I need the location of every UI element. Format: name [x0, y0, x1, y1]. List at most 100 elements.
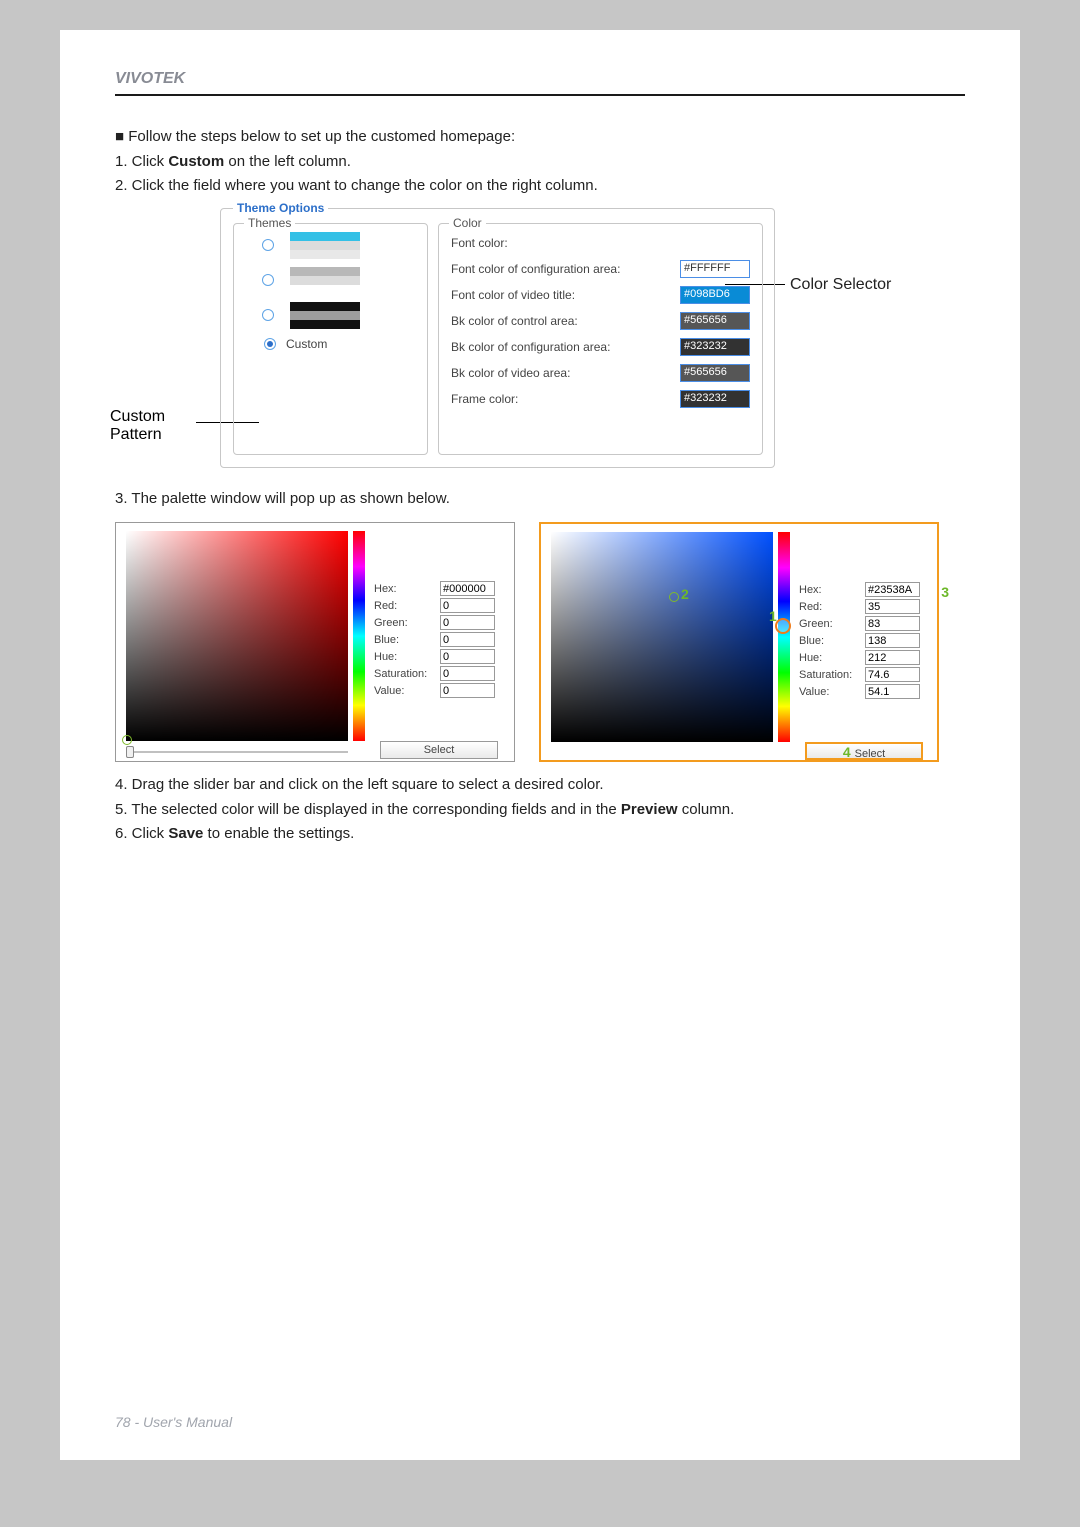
input-hex-right[interactable] — [865, 582, 920, 597]
swatch-theme-1 — [290, 232, 360, 259]
row-frame: Frame color: #323232 — [451, 390, 750, 408]
color-group: Color Font color: Font color of configur… — [438, 223, 763, 455]
lbl-blue: Blue: — [374, 634, 440, 646]
select-button-right[interactable]: 4Select — [805, 742, 923, 760]
theme-option-3[interactable] — [234, 294, 427, 329]
intro-block: ■ Follow the steps below to set up the c… — [115, 126, 965, 198]
step-1c: on the left column. — [224, 153, 351, 170]
cell-bk-cfg[interactable]: #323232 — [680, 338, 750, 356]
lbl-red-r: Red: — [799, 601, 865, 613]
cell-bk-video[interactable]: #565656 — [680, 364, 750, 382]
row-bk-cfg: Bk color of configuration area: #323232 — [451, 338, 750, 356]
cell-frame[interactable]: #323232 — [680, 390, 750, 408]
input-blue-left[interactable] — [440, 632, 495, 647]
label-font-video: Font color of video title: — [451, 288, 680, 302]
radio-theme-2[interactable] — [262, 274, 274, 286]
row-bk-video: Bk color of video area: #565656 — [451, 364, 750, 382]
cell-font-video[interactable]: #098BD6 — [680, 286, 750, 304]
step-4: 4. Drag the slider bar and click on the … — [115, 774, 965, 797]
sv-cursor-left[interactable] — [122, 735, 132, 745]
fields-left: Hex: Red: Green: Blue: Hue: Saturation: … — [374, 581, 507, 700]
step-1: 1. Click Custom on the left column. — [115, 151, 965, 174]
step5b: Preview — [621, 801, 678, 818]
input-val-right[interactable] — [865, 684, 920, 699]
annotation-color-selector: Color Selector — [790, 276, 891, 294]
step-3: 3. The palette window will pop up as sho… — [115, 488, 965, 511]
label-bk-control: Bk color of control area: — [451, 314, 680, 328]
lbl-sat: Saturation: — [374, 668, 440, 680]
palettes-row: Hex: Red: Green: Blue: Hue: Saturation: … — [115, 522, 965, 762]
hue-handle-right[interactable] — [775, 618, 791, 634]
lbl-red: Red: — [374, 600, 440, 612]
step-1a: 1. Click — [115, 153, 168, 170]
row-font-video: Font color of video title: #098BD6 — [451, 286, 750, 304]
step-5: 5. The selected color will be displayed … — [115, 799, 965, 822]
palette-right: 2 1 3 Hex: Red: Green: Blue: Hue: Satura… — [539, 522, 939, 762]
step-2: 2. Click the field where you want to cha… — [115, 175, 965, 198]
sv-cursor-right[interactable] — [669, 592, 679, 602]
manual-page: VIVOTEK ■ Follow the steps below to set … — [60, 30, 1020, 1460]
input-hue-left[interactable] — [440, 649, 495, 664]
input-red-left[interactable] — [440, 598, 495, 613]
input-green-right[interactable] — [865, 616, 920, 631]
radio-theme-3[interactable] — [262, 309, 274, 321]
annot-line-b: Pattern — [110, 426, 165, 444]
theme-option-2[interactable] — [234, 259, 427, 294]
lbl-hex-r: Hex: — [799, 584, 865, 596]
row-bk-control: Bk color of control area: #565656 — [451, 312, 750, 330]
input-val-left[interactable] — [440, 683, 495, 698]
lbl-green-r: Green: — [799, 618, 865, 630]
swatch-theme-2 — [290, 267, 360, 294]
legend-themes: Themes — [244, 216, 295, 230]
brand: VIVOTEK — [115, 70, 965, 94]
input-hex-left[interactable] — [440, 581, 495, 596]
sv-area-right[interactable]: 2 — [551, 532, 773, 742]
cell-font-cfg[interactable]: #FFFFFF — [680, 260, 750, 278]
custom-label: Custom — [286, 337, 327, 351]
hue-bar-left[interactable] — [353, 531, 365, 741]
input-red-right[interactable] — [865, 599, 920, 614]
theme-options-figure: Custom Pattern Color Selector Theme Opti… — [115, 208, 965, 470]
slider-thumb-left[interactable] — [126, 746, 134, 758]
label-frame: Frame color: — [451, 392, 680, 406]
cell-bk-control[interactable]: #565656 — [680, 312, 750, 330]
label-bk-video: Bk color of video area: — [451, 366, 680, 380]
annotation-custom-pattern: Custom Pattern — [110, 408, 165, 444]
input-sat-right[interactable] — [865, 667, 920, 682]
slider-left[interactable] — [126, 751, 348, 753]
page-footer: 78 - User's Manual — [115, 1414, 232, 1430]
sv-area-left[interactable] — [126, 531, 348, 741]
step5a: 5. The selected color will be displayed … — [115, 801, 621, 818]
radio-theme-1[interactable] — [262, 239, 274, 251]
cell-font-color[interactable] — [680, 234, 750, 252]
legend-color: Color — [449, 216, 486, 230]
annot-line-a: Custom — [110, 408, 165, 426]
lbl-val: Value: — [374, 685, 440, 697]
select-label-right: Select — [855, 748, 886, 760]
step6a: 6. Click — [115, 825, 168, 842]
label-font-color: Font color: — [451, 236, 680, 250]
label-font-cfg: Font color of configuration area: — [451, 262, 680, 276]
step6b: Save — [168, 825, 203, 842]
step-1b: Custom — [168, 153, 224, 170]
step6c: to enable the settings. — [203, 825, 354, 842]
step5c: column. — [678, 801, 735, 818]
theme-options-panel: Theme Options Themes — [220, 208, 775, 468]
lbl-blue-r: Blue: — [799, 635, 865, 647]
hue-bar-right[interactable] — [778, 532, 790, 742]
input-sat-left[interactable] — [440, 666, 495, 681]
select-button-left[interactable]: Select — [380, 741, 498, 759]
step-6: 6. Click Save to enable the settings. — [115, 823, 965, 846]
legend-theme-options: Theme Options — [233, 201, 328, 215]
marker-1: 1 — [769, 608, 777, 624]
lbl-sat-r: Saturation: — [799, 669, 865, 681]
heading-rule — [115, 94, 965, 96]
radio-theme-custom[interactable] — [264, 338, 276, 350]
theme-option-custom[interactable]: Custom — [234, 329, 427, 351]
input-hue-right[interactable] — [865, 650, 920, 665]
swatch-theme-3 — [290, 302, 360, 329]
lbl-hue-r: Hue: — [799, 652, 865, 664]
input-blue-right[interactable] — [865, 633, 920, 648]
row-font-color: Font color: — [451, 234, 750, 252]
input-green-left[interactable] — [440, 615, 495, 630]
